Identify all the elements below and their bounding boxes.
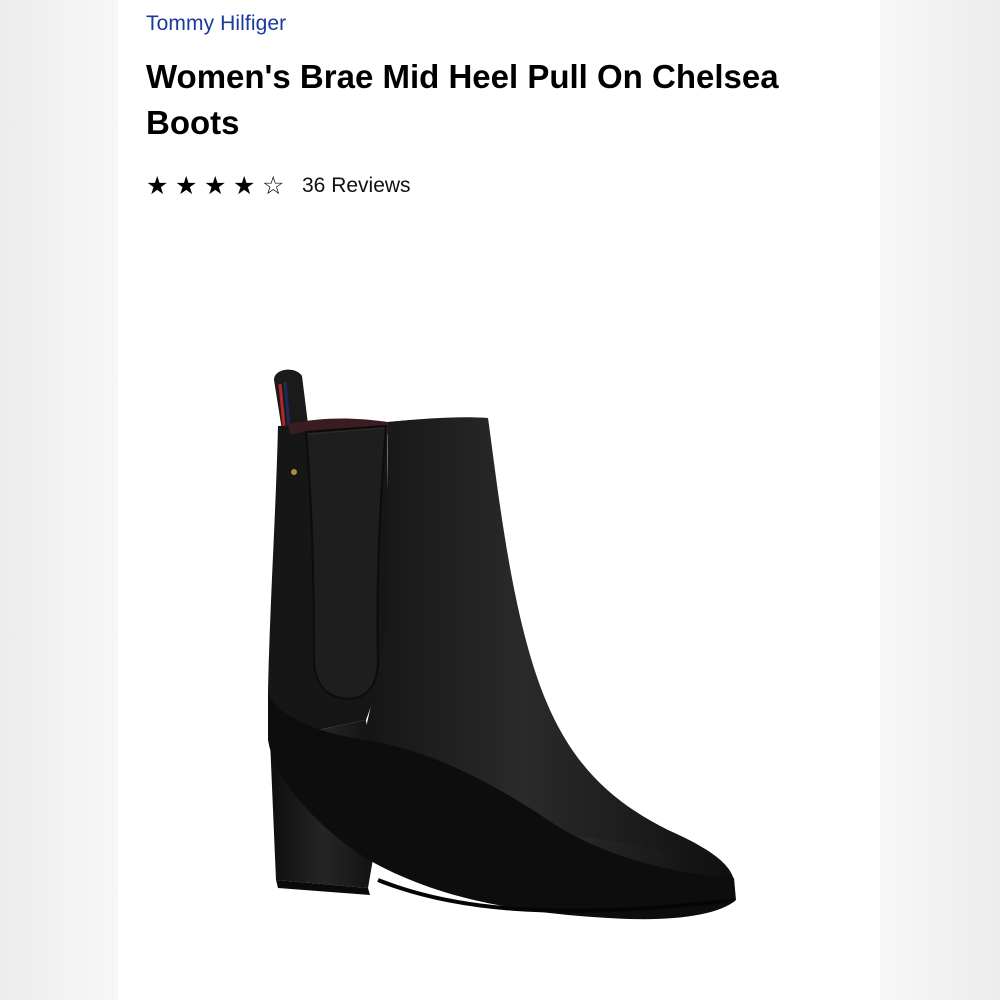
star-icon-5: ☆ (262, 172, 285, 200)
star-icon-2: ★ (175, 172, 198, 200)
product-title: Women's Brae Mid Heel Pull On Chelsea Bo… (146, 58, 779, 141)
rating-row[interactable]: ★ ★ ★ ★ ☆ 36 Reviews (146, 170, 411, 202)
black-chelsea-boot-image (268, 369, 736, 920)
reviews-link[interactable]: 36 Reviews (302, 174, 411, 198)
star-rating: ★ ★ ★ ★ ☆ (146, 171, 291, 201)
pull-tab (274, 369, 308, 430)
right-backdrop (880, 0, 1000, 1000)
product-page: Tommy Hilfiger Women's Brae Mid Heel Pul… (118, 0, 880, 1000)
star-icon-4: ★ (233, 172, 256, 200)
elastic-gore (304, 424, 388, 700)
left-backdrop (0, 0, 118, 1000)
brand-link[interactable]: Tommy Hilfiger (146, 12, 286, 36)
star-icon-3: ★ (204, 172, 227, 200)
star-icon-1: ★ (146, 172, 169, 200)
